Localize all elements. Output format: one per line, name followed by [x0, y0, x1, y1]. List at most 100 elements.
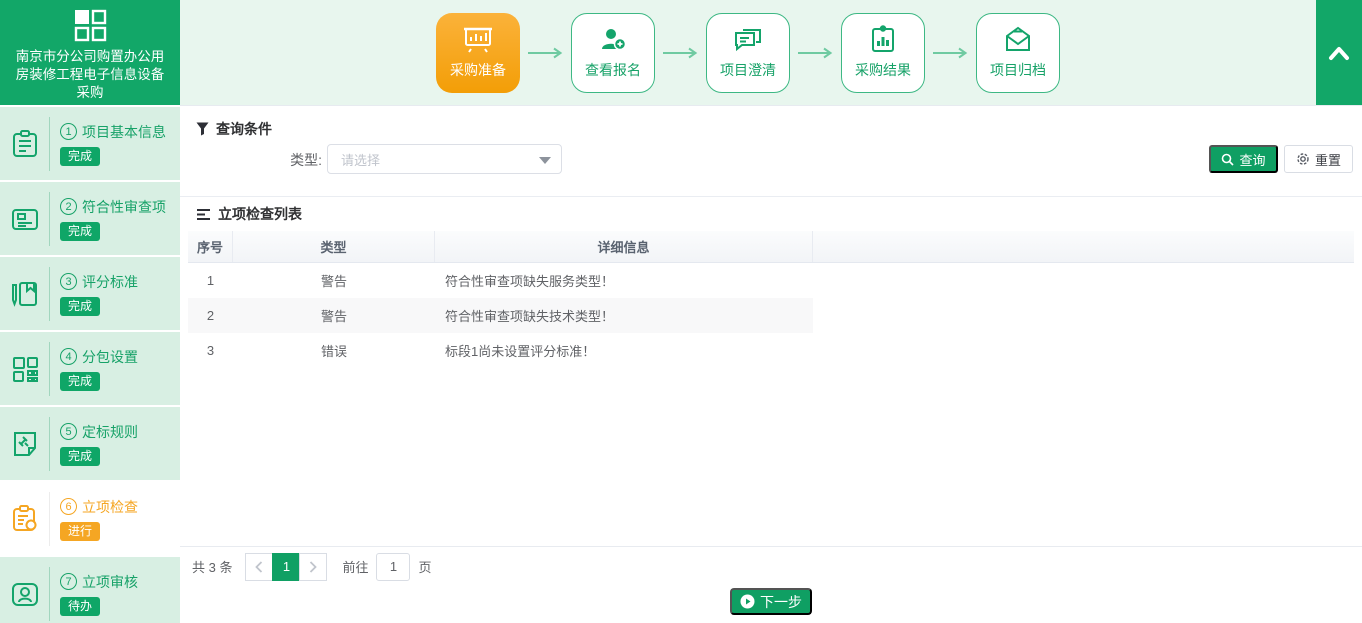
status-badge: 完成: [60, 222, 100, 241]
filter-icon: [196, 122, 209, 136]
project-title: 南京市分公司购置办公用房装修工程电子信息设备采购: [0, 48, 180, 102]
chevron-left-icon: [255, 561, 263, 573]
workflow-step-label: 项目澄清: [720, 60, 776, 80]
reviewer-icon: [0, 579, 49, 609]
status-badge: 进行: [60, 522, 100, 541]
type-label: 类型:: [250, 150, 322, 170]
step-number: 5: [60, 423, 77, 440]
sidebar-item-label: 符合性审查项: [82, 197, 166, 217]
sidebar-item-subpackage-settings[interactable]: 4分包设置 完成: [0, 332, 180, 405]
envelope-icon: [1003, 25, 1033, 53]
column-header-filler: [813, 231, 1354, 262]
goto-page-input[interactable]: [376, 553, 410, 581]
id-card-icon: [0, 204, 49, 234]
workflow-step-label: 采购准备: [450, 60, 506, 80]
search-button-label: 查询: [1239, 150, 1265, 169]
cell-index: 1: [188, 273, 233, 288]
table-header: 序号 类型 详细信息: [188, 231, 1354, 263]
sidebar-item-scoring-standard[interactable]: 3 评分标准 完成: [0, 257, 180, 330]
column-header-index: 序号: [188, 231, 233, 262]
workflow-step-project-archive[interactable]: 项目归档: [976, 13, 1060, 93]
next-page-button[interactable]: [299, 553, 327, 581]
cell-type: 警告: [233, 306, 435, 325]
step-number: 7: [60, 573, 77, 590]
goto-label: 前往: [342, 557, 368, 576]
main-content: 查询条件 类型: 请选择 查询 重置: [180, 105, 1362, 623]
cell-index: 3: [188, 343, 233, 358]
pager: 1: [245, 553, 327, 581]
query-section: 查询条件 类型: 请选择 查询 重置: [180, 106, 1362, 197]
step-number: 2: [60, 198, 77, 215]
sidebar-header: 南京市分公司购置办公用房装修工程电子信息设备采购: [0, 0, 180, 105]
type-select-placeholder: 请选择: [341, 150, 533, 169]
cell-detail: 符合性审查项缺失服务类型！: [435, 271, 813, 290]
cell-type: 警告: [233, 271, 435, 290]
status-badge: 完成: [60, 297, 100, 316]
type-select[interactable]: 请选择: [327, 144, 562, 174]
cell-detail: 标段1尚未设置评分标准！: [435, 341, 813, 360]
total-count-text: 共 3 条: [192, 557, 232, 576]
cell-index: 2: [188, 308, 233, 323]
sidebar-item-label: 评分标准: [82, 272, 138, 292]
next-step-label: 下一步: [760, 592, 802, 612]
column-header-detail: 详细信息: [435, 231, 813, 262]
sidebar-item-label: 分包设置: [82, 347, 138, 367]
page-number-button[interactable]: 1: [272, 553, 300, 581]
sidebar-item-project-check[interactable]: 6立项检查 进行: [0, 482, 180, 555]
column-header-type: 类型: [233, 231, 435, 262]
sidebar-item-project-audit[interactable]: 7 立项审核 待办: [0, 557, 180, 623]
status-badge: 待办: [60, 597, 100, 616]
cell-type: 错误: [233, 341, 435, 360]
search-button[interactable]: 查询: [1209, 145, 1278, 173]
play-circle-icon: [740, 594, 755, 609]
pen-notebook-icon: [0, 279, 49, 309]
reset-button-label: 重置: [1315, 150, 1341, 169]
prev-page-button[interactable]: [245, 553, 273, 581]
arrow-right-icon: [655, 47, 706, 59]
sidebar: 南京市分公司购置办公用房装修工程电子信息设备采购 1 项目基本信息 完成: [0, 0, 180, 623]
sidebar-item-label: 立项审核: [82, 572, 138, 592]
table-row[interactable]: 1 警告 符合性审查项缺失服务类型！: [188, 263, 813, 298]
list-icon: [196, 208, 211, 221]
chevron-up-icon: [1327, 45, 1351, 61]
table-row[interactable]: 3 错误 标段1尚未设置评分标准！: [188, 333, 813, 368]
user-add-icon: [598, 25, 628, 53]
chat-bubbles-icon: [733, 25, 763, 53]
gavel-doc-icon: [0, 429, 49, 459]
sidebar-item-label: 定标规则: [82, 422, 138, 442]
table-row[interactable]: 2 警告 符合性审查项缺失技术类型！: [188, 298, 813, 333]
arrow-right-icon: [790, 47, 841, 59]
status-badge: 完成: [60, 147, 100, 166]
workflow-step-project-clarify[interactable]: 项目澄清: [706, 13, 790, 93]
clipboard-gear-icon: [0, 504, 49, 534]
reset-button[interactable]: 重置: [1284, 145, 1353, 173]
chevron-right-icon: [309, 561, 317, 573]
gear-icon: [1296, 152, 1310, 166]
list-section-title: 立项检查列表: [218, 204, 302, 224]
workflow-step-label: 项目归档: [990, 60, 1046, 80]
check-list-section: 立项检查列表 序号 类型 详细信息 1 警告 符合性审查项缺失服务类型！ 2 警…: [180, 197, 1362, 368]
step-number: 3: [60, 273, 77, 290]
search-icon: [1221, 153, 1234, 166]
sidebar-item-compliance-review[interactable]: 2 符合性审查项 完成: [0, 182, 180, 255]
grid-logo-icon: [72, 7, 108, 45]
chart-board-icon: [463, 25, 493, 53]
sidebar-nav: 1 项目基本信息 完成 2 符合性审查项 完成: [0, 107, 180, 623]
page-unit-label: 页: [418, 557, 431, 576]
workflow-step-view-registration[interactable]: 查看报名: [571, 13, 655, 93]
footer-actions: 下一步: [180, 588, 1362, 615]
sidebar-item-label: 项目基本信息: [82, 122, 166, 142]
pagination-bar: 共 3 条 1 前往 页: [180, 546, 1362, 586]
sidebar-item-award-rules[interactable]: 5 定标规则 完成: [0, 407, 180, 480]
next-step-button[interactable]: 下一步: [730, 588, 812, 615]
arrow-right-icon: [925, 47, 976, 59]
step-number: 1: [60, 123, 77, 140]
collapse-button[interactable]: [1316, 0, 1362, 105]
sidebar-item-project-basic-info[interactable]: 1 项目基本信息 完成: [0, 107, 180, 180]
status-badge: 完成: [60, 447, 100, 466]
workflow-step-procure-result[interactable]: 采购结果: [841, 13, 925, 93]
cell-detail: 符合性审查项缺失技术类型！: [435, 306, 813, 325]
chevron-down-icon: [539, 157, 551, 164]
workflow-step-procure-prepare[interactable]: 采购准备: [436, 13, 520, 93]
status-badge: 完成: [60, 372, 100, 391]
